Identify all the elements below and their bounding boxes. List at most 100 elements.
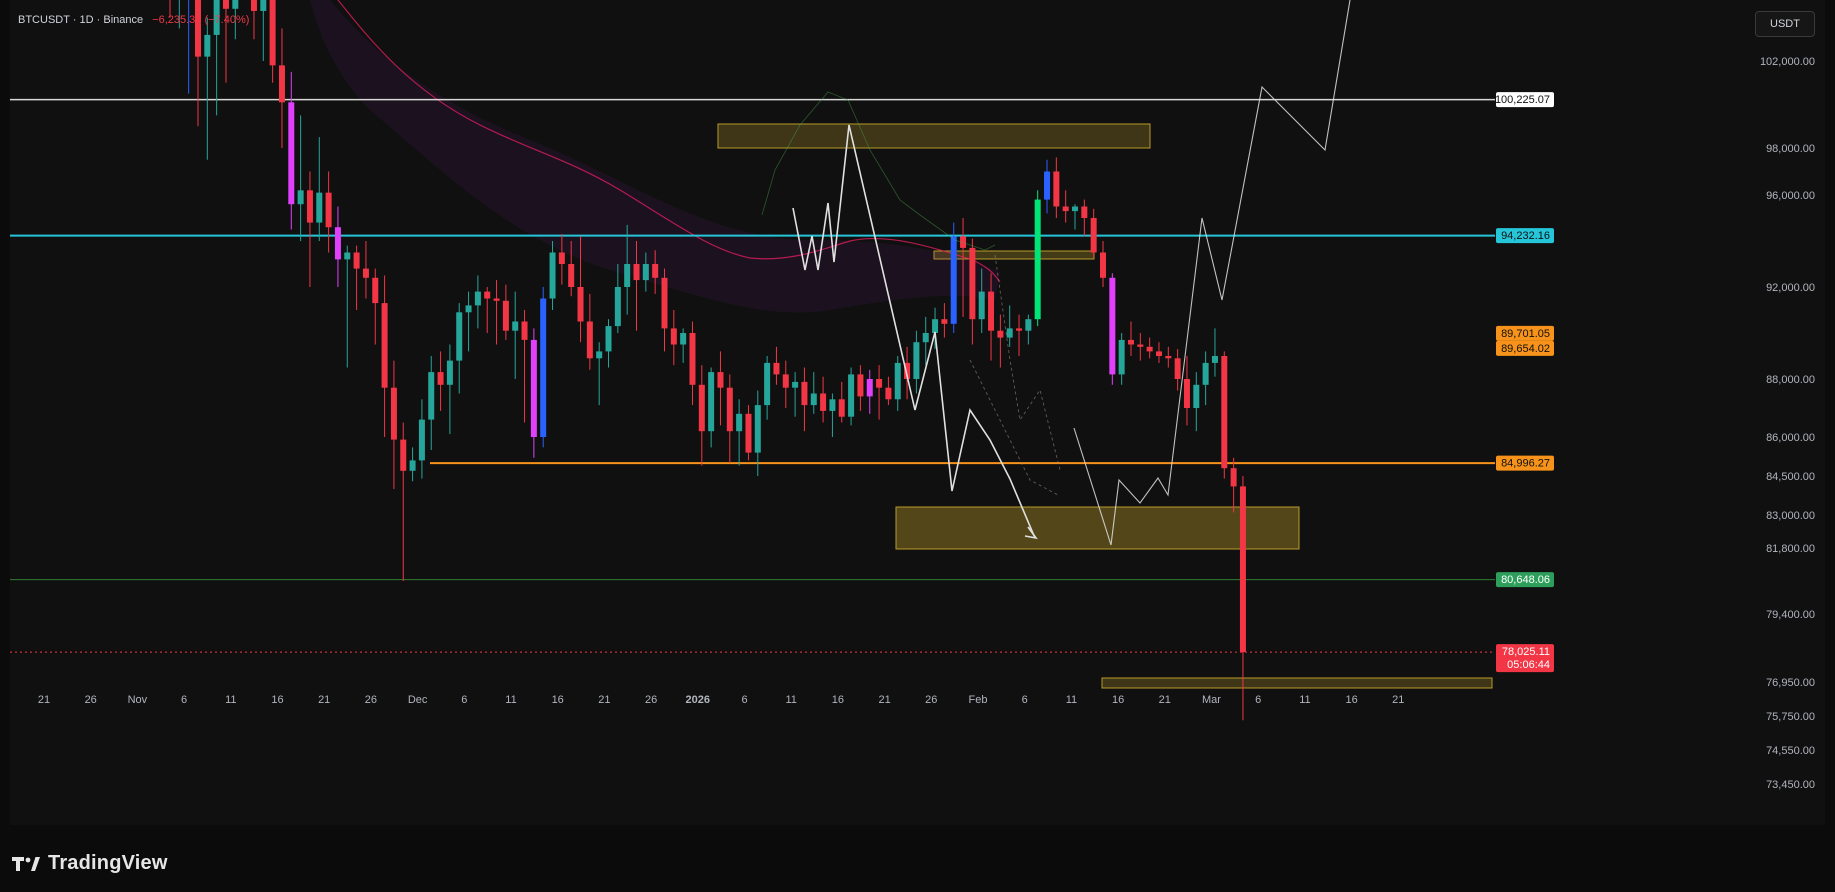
candle-body xyxy=(642,264,649,281)
time-tick-label: Mar xyxy=(1202,694,1221,706)
candle-2026-01-05 xyxy=(764,356,771,420)
time-tick-label: 26 xyxy=(365,694,377,706)
time-tick-label: Dec xyxy=(408,694,428,706)
candle-body xyxy=(614,287,621,327)
candle-body xyxy=(1081,206,1088,218)
price-tag-label: 78,025.11 xyxy=(1502,646,1550,658)
candle-2025-11-23 xyxy=(362,241,369,299)
time-tick-label: 11 xyxy=(1066,694,1077,706)
candle-body xyxy=(1230,468,1237,487)
price-axis: 102,000.00 98,000.00 96,000.00 92,000.00 88,… xyxy=(1760,56,1815,791)
candle-body xyxy=(446,360,453,385)
footer xyxy=(10,825,1825,892)
time-tick-label: 21 xyxy=(1159,694,1171,706)
price-tick-label: 98,000.00 xyxy=(1766,143,1815,155)
candlestick-chart[interactable]: 102,000.00 98,000.00 96,000.00 92,000.00 88,… xyxy=(10,0,1825,825)
candle-body xyxy=(866,379,873,397)
candle-body xyxy=(922,333,929,343)
candle-2026-01-14 xyxy=(848,367,855,426)
candle-2026-01-30 xyxy=(997,314,1004,368)
time-tick-label: 11 xyxy=(1299,694,1310,706)
candle-2025-12-25 xyxy=(661,268,668,352)
candle-body xyxy=(978,291,985,320)
candle-body xyxy=(456,312,463,361)
candle-body xyxy=(577,287,584,322)
candle-2025-11-17 xyxy=(306,171,313,287)
time-tick-label: 16 xyxy=(1112,694,1124,706)
candle-body xyxy=(1006,328,1013,338)
candle-2026-02-03 xyxy=(1034,190,1041,327)
candle-body xyxy=(549,252,556,299)
candle-2026-02-17 xyxy=(1165,346,1172,368)
candle-2026-02-13 xyxy=(1127,321,1134,356)
candle-body xyxy=(1211,356,1218,363)
candle-body xyxy=(334,227,341,260)
candle-body xyxy=(838,399,845,417)
candle-2025-12-13 xyxy=(549,241,556,310)
candle-body xyxy=(988,291,995,331)
candle-body xyxy=(885,387,892,400)
candle-2025-11-16 xyxy=(297,115,304,241)
candle-2026-02-07 xyxy=(1072,204,1079,230)
candle-2026-01-18 xyxy=(885,376,892,406)
price-tag-green: 80,648.06 xyxy=(1496,572,1554,588)
time-tick-label: 26 xyxy=(925,694,937,706)
candle-2026-02-14 xyxy=(1137,333,1144,361)
time-tick-label: 11 xyxy=(505,694,516,706)
candle-body xyxy=(932,319,939,333)
candle-2025-11-28 xyxy=(409,447,416,482)
candle-2025-11-19 xyxy=(325,171,332,253)
tradingview-logo[interactable]: TradingView xyxy=(12,852,168,875)
candle-2025-12-10 xyxy=(521,310,528,423)
candle-body xyxy=(764,362,771,406)
candle-2026-01-07 xyxy=(782,360,789,408)
price-tag-orange: 89,654.02 xyxy=(1496,340,1554,356)
candle-2025-12-01 xyxy=(437,351,444,411)
candle-2025-12-07 xyxy=(493,280,500,345)
candle-body xyxy=(624,264,631,287)
candle-body xyxy=(773,362,780,375)
candle-body xyxy=(278,65,285,103)
candle-body xyxy=(297,190,304,205)
candle-body xyxy=(829,399,836,411)
candle-body xyxy=(1118,339,1125,375)
candle-body xyxy=(530,339,537,437)
price-tick-label: 88,000.00 xyxy=(1766,374,1815,386)
candle-body xyxy=(1155,351,1162,356)
price-tag-label: 84,996.27 xyxy=(1501,458,1550,470)
price-tag-label: 89,701.05 xyxy=(1501,328,1550,340)
candle-body xyxy=(428,372,435,420)
candle-body xyxy=(782,374,789,388)
candle-body xyxy=(1221,356,1228,469)
candle-body xyxy=(316,192,323,223)
currency-button[interactable]: USDT xyxy=(1755,11,1815,37)
candle-2025-11-20 xyxy=(334,206,341,287)
chart-frame[interactable]: 102,000.00 98,000.00 96,000.00 92,000.00 88,… xyxy=(10,0,1825,825)
candle-2025-11-26 xyxy=(390,360,397,489)
candle-2025-11-08 xyxy=(222,0,229,83)
change-label: −6,235.36 (−7.40%) xyxy=(152,14,250,26)
candle-body xyxy=(232,0,239,9)
candle-body xyxy=(1044,171,1051,200)
candle-2026-02-24 xyxy=(1230,457,1237,513)
time-tick-label: 21 xyxy=(878,694,890,706)
time-tick-label: 21 xyxy=(318,694,330,706)
price-tag-cyan: 94,232.16 xyxy=(1496,228,1554,244)
candle-body xyxy=(708,372,715,432)
candle-2025-11-12 xyxy=(260,0,267,61)
time-tick-label: 16 xyxy=(552,694,564,706)
time-tick-label: 21 xyxy=(38,694,50,706)
candle-body xyxy=(1165,356,1172,359)
candle-2026-02-15 xyxy=(1146,337,1153,359)
candle-2026-01-10 xyxy=(810,372,817,414)
price-tag-orange: 84,996.27 xyxy=(1496,455,1554,471)
candle-body xyxy=(390,387,397,440)
candle-body xyxy=(512,321,519,331)
candle-2025-12-20 xyxy=(614,264,621,333)
symbol-header: BTCUSDT · 1D · Binance −6,235.36 (−7.40%… xyxy=(18,14,249,26)
candle-2025-12-05 xyxy=(474,275,481,329)
candle-2026-01-27 xyxy=(969,238,976,345)
candle-2026-02-11 xyxy=(1109,273,1116,385)
candle-body xyxy=(260,0,267,11)
candle-2026-01-08 xyxy=(792,372,799,417)
